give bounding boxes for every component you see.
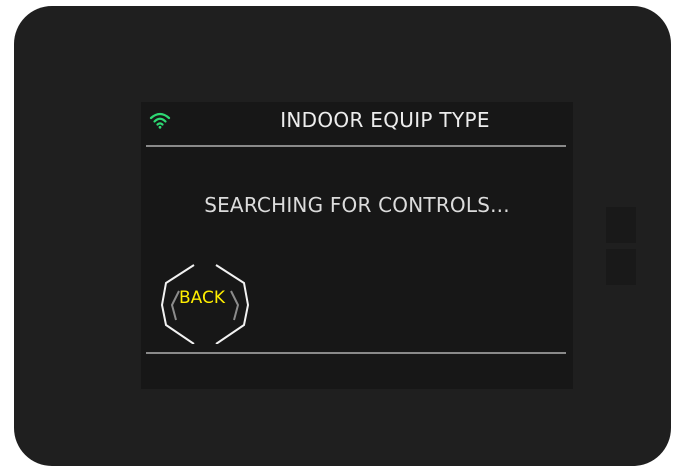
screen-title: INDOOR EQUIP TYPE [280,108,490,132]
back-button[interactable]: BACK [158,260,254,344]
side-button-up[interactable] [606,207,636,243]
display-screen: INDOOR EQUIP TYPE SEARCHING FOR CONTROLS… [141,102,573,389]
back-button-label: BACK [178,288,225,308]
status-message: SEARCHING FOR CONTROLS... [204,193,510,217]
footer-divider [146,352,566,354]
header-divider [146,145,566,147]
thermostat-device: INDOOR EQUIP TYPE SEARCHING FOR CONTROLS… [14,6,671,466]
side-button-down[interactable] [606,249,636,285]
